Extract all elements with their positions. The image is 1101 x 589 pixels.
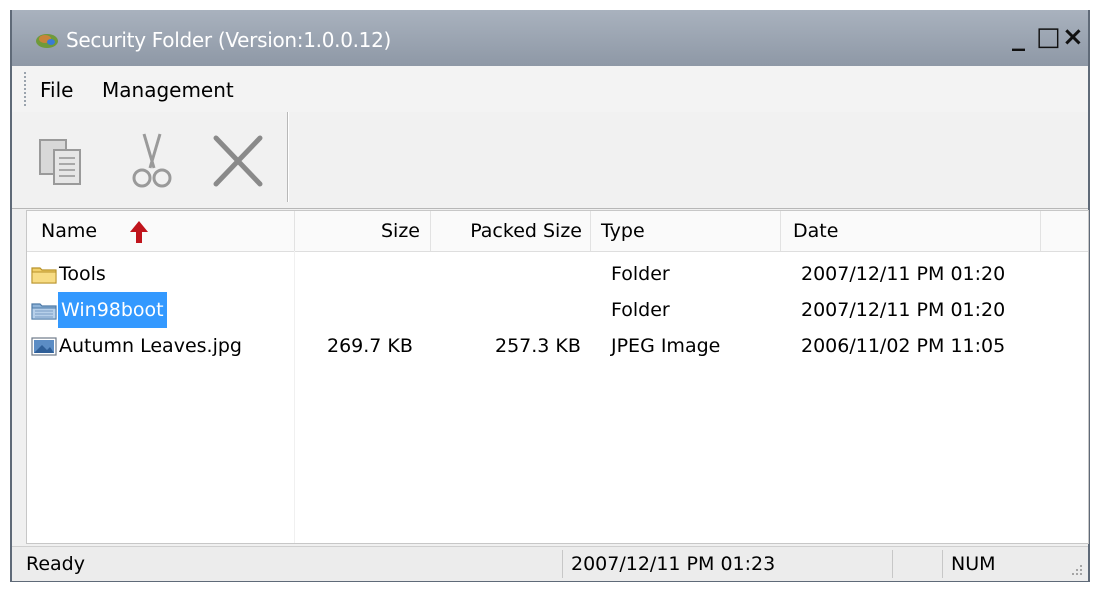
cut-icon[interactable] — [122, 128, 182, 192]
column-header-type[interactable]: Type — [591, 211, 781, 251]
title-bar[interactable]: Security Folder (Version:1.0.0.12) _ □ × — [12, 10, 1088, 66]
toolbar-separator — [287, 112, 289, 202]
list-item[interactable]: Autumn Leaves.jpg 269.7 KB 257.3 KB JPEG… — [27, 328, 1088, 364]
menu-grip[interactable] — [24, 72, 29, 106]
menu-management[interactable]: Management — [102, 78, 234, 102]
folder-special-icon — [31, 303, 57, 320]
column-header-packed-size[interactable]: Packed Size — [431, 211, 591, 251]
image-file-icon — [31, 337, 57, 356]
column-header-size[interactable]: Size — [295, 211, 431, 251]
file-type: Folder — [611, 299, 670, 321]
maximize-button[interactable]: □ — [1036, 24, 1061, 50]
menu-bar: File Management — [12, 66, 1088, 113]
copy-icon[interactable] — [34, 128, 94, 192]
status-num: NUM — [942, 550, 1012, 578]
status-bar: Ready 2007/12/11 PM 01:23 NUM — [12, 546, 1088, 581]
column-header-filler — [1041, 211, 1088, 251]
file-name: Tools — [59, 263, 106, 285]
file-type: Folder — [611, 263, 670, 285]
file-name: Autumn Leaves.jpg — [59, 335, 242, 357]
list-item[interactable]: Win98boot Folder 2007/12/11 PM 01:20 — [27, 292, 1088, 328]
column-header-date[interactable]: Date — [781, 211, 1041, 251]
close-button[interactable]: × — [1062, 24, 1084, 50]
sort-ascending-icon — [130, 221, 148, 243]
file-list[interactable]: Name Size Packed Size Type Date Tools Fo… — [26, 210, 1089, 544]
resize-grip-icon[interactable] — [1068, 561, 1084, 577]
file-date: 2007/12/11 PM 01:20 — [801, 299, 1006, 321]
column-header-name-label: Name — [41, 220, 98, 242]
app-logo-icon — [36, 34, 58, 48]
list-header: Name Size Packed Size Type Date — [27, 211, 1088, 252]
menu-file[interactable]: File — [40, 78, 73, 102]
list-item[interactable]: Tools Folder 2007/12/11 PM 01:20 — [27, 256, 1088, 292]
minimize-button[interactable]: _ — [1012, 24, 1025, 50]
file-date: 2007/12/11 PM 01:20 — [801, 263, 1006, 285]
app-window: Security Folder (Version:1.0.0.12) _ □ ×… — [10, 10, 1090, 582]
delete-icon[interactable] — [208, 128, 268, 192]
file-packed-size: 257.3 KB — [495, 335, 581, 357]
status-panel-empty — [892, 550, 942, 578]
toolbar — [12, 112, 1088, 209]
folder-icon — [31, 267, 57, 284]
file-name-selected: Win98boot — [58, 292, 167, 328]
status-text: Ready — [26, 553, 85, 575]
status-datetime: 2007/12/11 PM 01:23 — [562, 550, 892, 578]
file-size: 269.7 KB — [327, 335, 413, 357]
window-title: Security Folder (Version:1.0.0.12) — [66, 28, 392, 52]
column-header-name[interactable]: Name — [27, 211, 295, 251]
file-date: 2006/11/02 PM 11:05 — [801, 335, 1006, 357]
file-type: JPEG Image — [611, 335, 721, 357]
